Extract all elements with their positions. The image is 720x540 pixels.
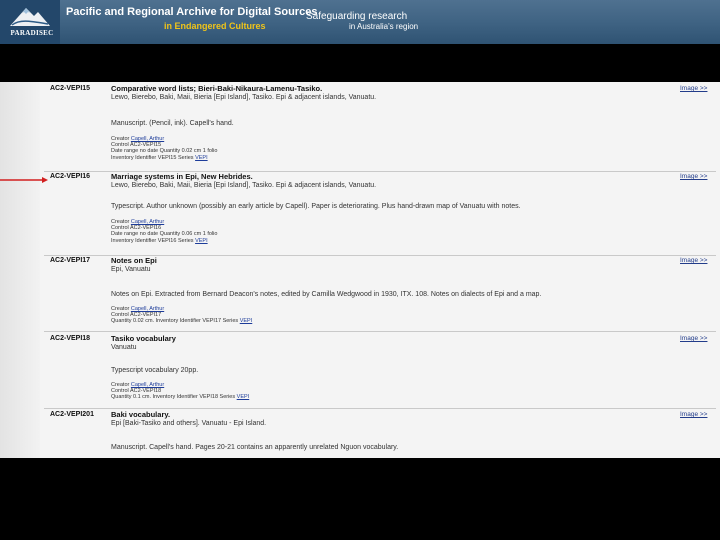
record-title: Comparative word lists; Bieri-Baki-Nikau… [111,84,323,93]
creator-link[interactable]: Capell, Arthur [131,136,164,142]
record-title: Baki vocabulary. [111,410,171,419]
record-item: AC2-VEPI18 Tasiko vocabulary Vanuatu Typ… [44,335,716,411]
tagline-line1: Safeguarding research [306,11,408,22]
record-id: AC2-VEPI16 [50,173,91,180]
site-title-line2: in Endangered Cultures [164,21,266,31]
record-location: Vanuatu [111,344,137,351]
image-link[interactable]: Image >> [680,411,707,419]
record-location: Epi [Baki-Tasiko and others]. Vanuatu - … [111,420,267,427]
record-id: AC2-VEPI15 [50,85,91,92]
record-metadata: Creator Capell, Arthur Control AC2-VEPI1… [111,382,250,401]
record-title: Tasiko vocabulary [111,334,176,343]
record-title: Marriage systems in Epi, New Hebrides. [111,172,253,181]
record-description: Manuscript. (Pencil, ink). Capell's hand… [111,120,234,127]
record-divider [44,331,716,332]
series-link[interactable]: VEPI [237,394,250,400]
series-link[interactable]: VEPI [195,155,208,161]
record-metadata: Creator Capell, Arthur Control AC2-VEPI1… [111,136,218,161]
record-id: AC2-VEPI18 [50,335,91,342]
records-page: AC2-VEPI15 Comparative word lists; Bieri… [0,82,720,458]
creator-link[interactable]: Capell, Arthur [131,306,164,312]
image-link[interactable]: Image >> [680,335,707,343]
record-location: Epi, Vanuatu [111,266,151,273]
creator-link[interactable]: Capell, Arthur [131,382,164,388]
record-item: AC2-VEPI201 Baki vocabulary. Epi [Baki-T… [44,411,716,457]
record-metadata: Creator Capell, Arthur Control AC2-VEPI1… [111,219,218,244]
paradisec-logo[interactable]: PARADISEC [0,0,60,44]
logo-text: PARADISEC [10,29,54,37]
record-item: AC2-VEPI16 Marriage systems in Epi, New … [44,173,716,257]
record-item: AC2-VEPI17 Notes on Epi Epi, Vanuatu Not… [44,257,716,335]
record-item: AC2-VEPI15 Comparative word lists; Bieri… [44,85,716,173]
series-link[interactable]: VEPI [240,318,253,324]
record-description: Notes on Epi. Extracted from Bernard Dea… [111,291,542,298]
record-title: Notes on Epi [111,256,157,265]
record-location: Lewo, Bierebo, Baki, Maii, Bieria [Epi I… [111,182,377,189]
record-description: Typescript vocabulary 20pp. [111,367,199,374]
series-link[interactable]: VEPI [195,238,208,244]
left-margin-bar [0,82,40,458]
record-description: Manuscript. Capell's hand. Pages 20-21 c… [111,444,399,451]
site-title-line1: Pacific and Regional Archive for Digital… [66,6,318,18]
image-link[interactable]: Image >> [680,173,707,181]
red-arrow-icon [0,177,48,183]
record-location: Lewo, Bierebo, Baki, Maii, Bieria [Epi I… [111,94,377,101]
creator-link[interactable]: Capell, Arthur [131,219,164,225]
record-id: AC2-VEPI17 [50,257,91,264]
mountain-logo-icon [10,8,50,26]
image-link[interactable]: Image >> [680,85,707,93]
record-divider [44,408,716,409]
record-description: Typescript. Author unknown (possibly an … [111,203,521,210]
record-metadata: Creator Capell, Arthur Control AC2-VEPI1… [111,306,253,325]
site-banner: PARADISEC Pacific and Regional Archive f… [0,0,720,44]
image-link[interactable]: Image >> [680,257,707,265]
record-id: AC2-VEPI201 [50,411,94,418]
tagline-line2: in Australia's region [349,22,419,31]
